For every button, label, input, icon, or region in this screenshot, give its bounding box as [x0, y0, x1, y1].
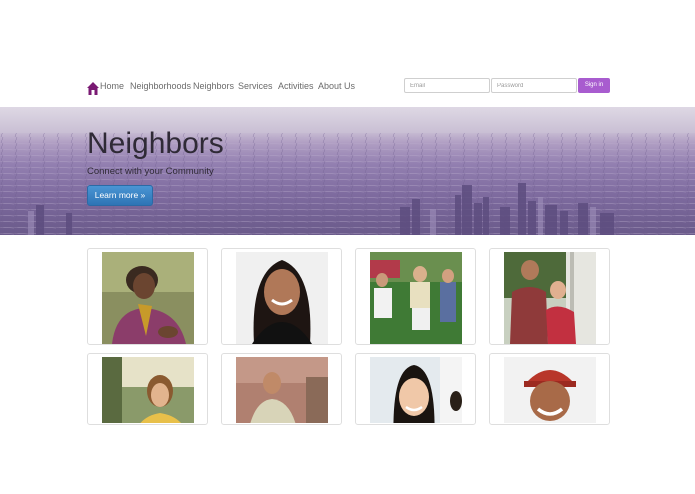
smiling-woman-photo — [236, 252, 328, 344]
neighbor-card[interactable] — [489, 353, 610, 425]
neighbor-card[interactable] — [489, 248, 610, 345]
young-woman-photo — [370, 357, 462, 423]
nav-link-neighbors[interactable]: Neighbors — [193, 80, 234, 92]
house-icon — [87, 81, 99, 95]
neighbor-card[interactable] — [87, 353, 208, 425]
woman-scarf-photo — [102, 252, 194, 344]
neighbor-card[interactable] — [87, 248, 208, 345]
nav-link-services[interactable]: Services — [238, 80, 273, 92]
nav-link-about-us[interactable]: About Us — [318, 80, 355, 92]
hero-title: Neighbors — [87, 127, 224, 160]
nav-link-neighborhoods[interactable]: Neighborhoods — [130, 80, 191, 92]
brand-logo[interactable] — [87, 80, 99, 96]
woman-park-photo — [102, 357, 194, 423]
man-street-photo — [236, 357, 328, 423]
neighbor-card[interactable] — [221, 353, 342, 425]
nav-link-home[interactable]: Home — [100, 80, 124, 92]
neighbor-card[interactable] — [355, 353, 476, 425]
sign-in-button[interactable]: Sign in — [578, 78, 610, 93]
neighbor-card[interactable] — [355, 248, 476, 345]
couple-porch-photo — [504, 252, 596, 344]
group-lawn-chairs-photo — [370, 252, 462, 344]
email-field[interactable] — [404, 78, 490, 93]
hero-subtitle: Connect with your Community — [87, 166, 214, 177]
nav-link-activities[interactable]: Activities — [278, 80, 314, 92]
man-red-cap-photo — [504, 357, 596, 423]
learn-more-button[interactable]: Learn more » — [87, 185, 153, 206]
password-field[interactable] — [491, 78, 577, 93]
neighbor-card[interactable] — [221, 248, 342, 345]
